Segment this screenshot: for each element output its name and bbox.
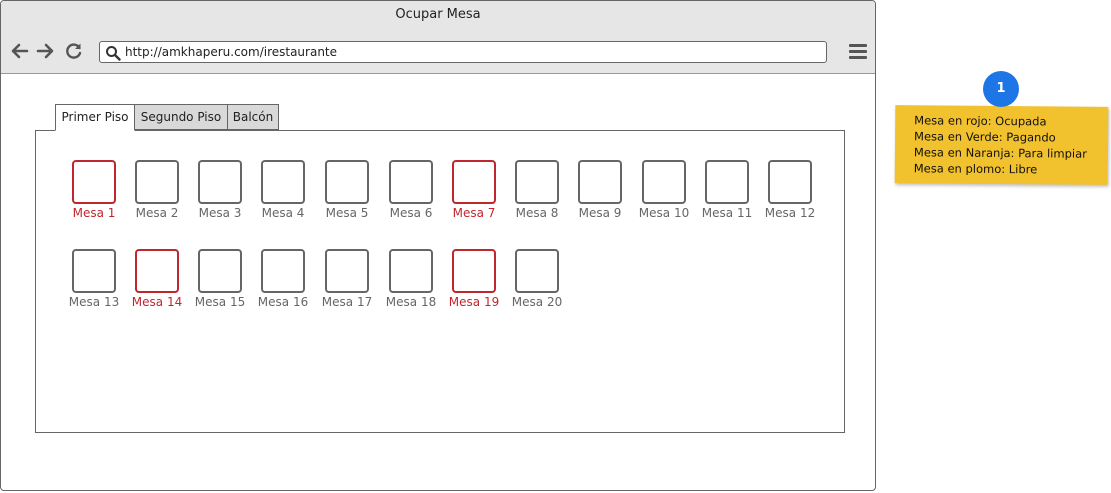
mesa-label: Mesa 4 — [261, 206, 305, 220]
arrow-left-icon — [11, 43, 29, 59]
mesa-box[interactable] — [325, 160, 369, 204]
mesa-18[interactable]: Mesa 18 — [381, 249, 441, 309]
note-line: Mesa en Verde: Pagando — [914, 129, 1056, 145]
mesa-3[interactable]: Mesa 3 — [190, 160, 250, 220]
mesa-2[interactable]: Mesa 2 — [127, 160, 187, 220]
mesa-10[interactable]: Mesa 10 — [634, 160, 694, 220]
mesa-label: Mesa 10 — [638, 206, 690, 220]
back-button[interactable] — [10, 41, 30, 61]
mesa-label: Mesa 9 — [578, 206, 622, 220]
note-line: Mesa en Naranja: Para limpiar — [913, 145, 1087, 161]
mesa-label: Mesa 13 — [68, 295, 120, 309]
note-line: Mesa en plomo: Libre — [913, 161, 1038, 177]
forward-button[interactable] — [35, 41, 55, 61]
mesa-label: Mesa 5 — [325, 206, 369, 220]
mesa-14[interactable]: Mesa 14 — [127, 249, 187, 309]
mesa-label: Mesa 2 — [135, 206, 179, 220]
mesa-label: Mesa 8 — [515, 206, 559, 220]
tab-primer-piso[interactable]: Primer Piso — [55, 104, 135, 131]
mesa-15[interactable]: Mesa 15 — [190, 249, 250, 309]
mesa-box[interactable] — [135, 160, 179, 204]
mesa-7[interactable]: Mesa 7 — [444, 160, 504, 220]
mesa-20[interactable]: Mesa 20 — [507, 249, 567, 309]
mesa-label: Mesa 18 — [385, 295, 437, 309]
arrow-right-icon — [36, 43, 54, 59]
mesa-label: Mesa 1 — [72, 206, 116, 220]
mesa-12[interactable]: Mesa 12 — [760, 160, 820, 220]
mesa-label: Mesa 17 — [321, 295, 373, 309]
browser-window: Ocupar Mesa http://amkhaperu.com/irestau… — [0, 0, 876, 491]
mesa-box[interactable] — [72, 249, 116, 293]
mesa-box[interactable] — [198, 249, 242, 293]
mesa-label: Mesa 7 — [452, 206, 496, 220]
mesa-label: Mesa 3 — [198, 206, 242, 220]
mesa-label: Mesa 16 — [257, 295, 309, 309]
mesa-box[interactable] — [325, 249, 369, 293]
mesa-label: Mesa 19 — [448, 295, 500, 309]
mesa-17[interactable]: Mesa 17 — [317, 249, 377, 309]
mesa-16[interactable]: Mesa 16 — [253, 249, 313, 309]
url-input[interactable] — [125, 43, 815, 61]
mesa-label: Mesa 14 — [131, 295, 183, 309]
mesa-6[interactable]: Mesa 6 — [381, 160, 441, 220]
mesa-label: Mesa 20 — [511, 295, 563, 309]
mesa-5[interactable]: Mesa 5 — [317, 160, 377, 220]
tables-panel: Mesa 1 Mesa 2 Mesa 3 Mesa 4 Mesa 5 Mesa 6 Mesa… — [35, 130, 845, 433]
address-bar[interactable] — [99, 41, 827, 63]
reload-icon — [66, 43, 82, 59]
tab-balcon[interactable]: Balcón — [227, 104, 279, 130]
mesa-11[interactable]: Mesa 11 — [697, 160, 757, 220]
mesa-box[interactable] — [198, 160, 242, 204]
mesa-9[interactable]: Mesa 9 — [570, 160, 630, 220]
mesa-box[interactable] — [768, 160, 812, 204]
tab-segundo-piso[interactable]: Segundo Piso — [134, 104, 228, 130]
annotation-badge: 1 — [983, 71, 1019, 107]
mesa-box[interactable] — [452, 249, 496, 293]
mesa-box[interactable] — [135, 249, 179, 293]
hamburger-menu-icon[interactable] — [849, 44, 867, 60]
mesa-8[interactable]: Mesa 8 — [507, 160, 567, 220]
mesa-label: Mesa 6 — [389, 206, 433, 220]
mesa-1[interactable]: Mesa 1 — [64, 160, 124, 220]
mesa-box[interactable] — [452, 160, 496, 204]
window-title: Ocupar Mesa — [1, 1, 875, 33]
reload-button[interactable] — [64, 41, 84, 61]
mesa-box[interactable] — [515, 160, 559, 204]
mesa-box[interactable] — [515, 249, 559, 293]
mesa-box[interactable] — [261, 249, 305, 293]
mesa-label: Mesa 12 — [764, 206, 816, 220]
mesa-13[interactable]: Mesa 13 — [64, 249, 124, 309]
mesa-box[interactable] — [578, 160, 622, 204]
mesa-label: Mesa 11 — [701, 206, 753, 220]
mesa-box[interactable] — [261, 160, 305, 204]
mesa-label: Mesa 15 — [194, 295, 246, 309]
mesa-box[interactable] — [705, 160, 749, 204]
mesa-4[interactable]: Mesa 4 — [253, 160, 313, 220]
mesa-box[interactable] — [642, 160, 686, 204]
mesa-box[interactable] — [389, 160, 433, 204]
note-line: Mesa en rojo: Ocupada — [914, 113, 1047, 129]
mesa-box[interactable] — [72, 160, 116, 204]
mesa-19[interactable]: Mesa 19 — [444, 249, 504, 309]
search-icon — [106, 46, 121, 61]
browser-toolbar — [1, 32, 875, 74]
annotation-note: Mesa en rojo: Ocupada Mesa en Verde: Pag… — [894, 105, 1109, 185]
mesa-box[interactable] — [389, 249, 433, 293]
